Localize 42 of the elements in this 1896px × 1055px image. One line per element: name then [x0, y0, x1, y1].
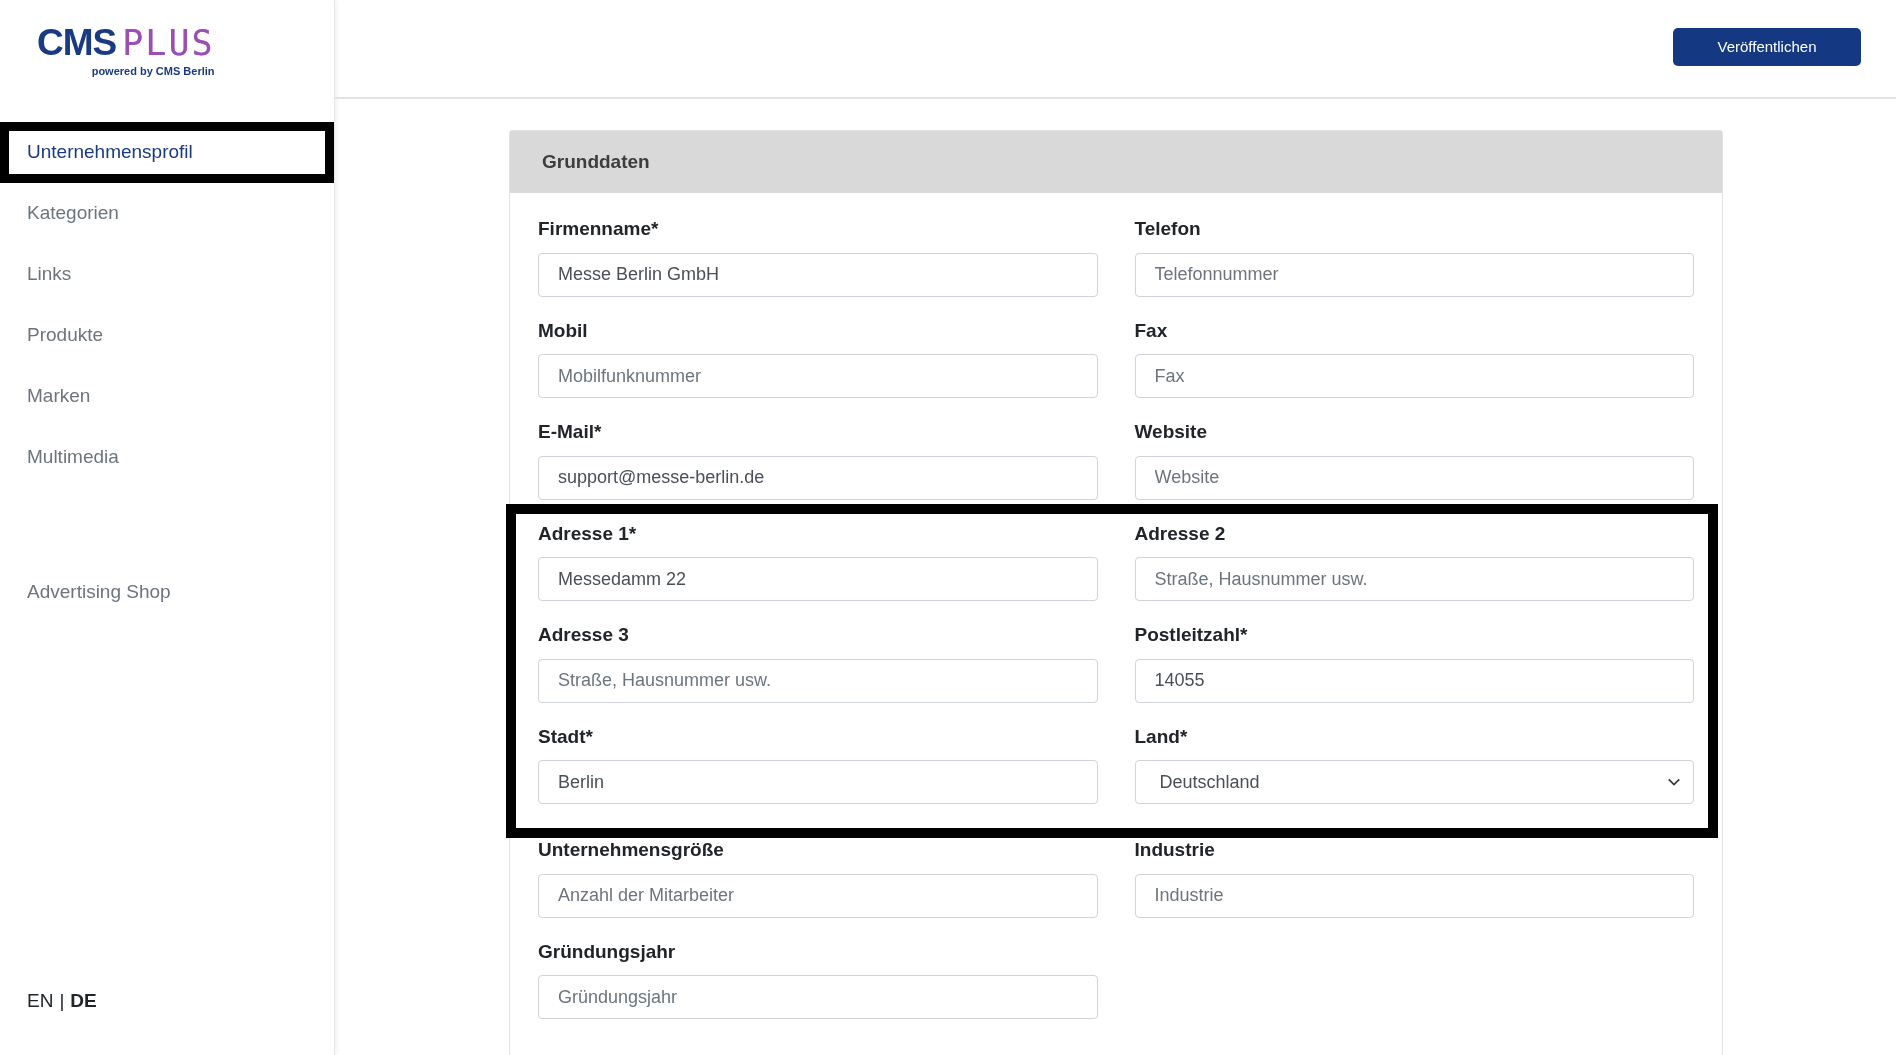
input-field[interactable]: Messedamm 22	[538, 557, 1098, 601]
field-label: Firmenname*	[538, 217, 659, 241]
input-field[interactable]: Industrie	[1134, 873, 1694, 918]
field-label: Fax	[1134, 318, 1168, 343]
input-field[interactable]: Straße, Hausnummer usw.	[538, 658, 1098, 703]
logo: CMS PLUS powered by CMS Berlin	[37, 24, 215, 79]
field-label: Stadt*	[538, 724, 593, 749]
input-field[interactable]: Fax	[1134, 354, 1694, 398]
input-field[interactable]: 14055	[1134, 658, 1694, 703]
field-label: Unternehmensgröße	[538, 838, 724, 862]
input-field[interactable]: Website	[1134, 455, 1694, 500]
field-label: Adresse 1*	[538, 521, 637, 546]
field-label: Gründungsjahr	[538, 939, 676, 964]
sidebar-item[interactable]: Links	[9, 260, 72, 289]
field-label: E-Mail*	[538, 420, 602, 444]
country-select[interactable]: Deutschland	[1134, 760, 1694, 804]
sidebar-item[interactable]: Kategorien	[9, 199, 119, 228]
separator-text: |	[59, 988, 65, 1013]
input-field[interactable]: Anzahl der Mitarbeiter	[538, 873, 1098, 918]
field-label: Telefon	[1134, 217, 1201, 241]
input-field[interactable]: Telefonnummer	[1134, 252, 1694, 297]
field-label: Industrie	[1134, 838, 1215, 862]
sidebar-link[interactable]: Advertising Shop	[0, 578, 171, 607]
field-label: Postleitzahl*	[1134, 623, 1248, 647]
publish-button[interactable]: Veröffentlichen	[1673, 28, 1861, 66]
sidebar-item[interactable]: Multimedia	[9, 443, 119, 472]
card-title: Grunddaten	[542, 149, 650, 174]
field-label: Land*	[1134, 724, 1188, 749]
field-label: Mobil	[538, 318, 588, 343]
language-link[interactable]: EN	[27, 986, 54, 1015]
input-field[interactable]: Gründungsjahr	[538, 975, 1098, 1019]
sidebar-item[interactable]: Marken	[9, 382, 91, 411]
input-field[interactable]: Berlin	[538, 760, 1098, 804]
input-field[interactable]: Messe Berlin GmbH	[538, 252, 1098, 297]
input-field[interactable]: Mobilfunknummer	[538, 354, 1098, 398]
input-field[interactable]: support@messe-berlin.de	[538, 455, 1098, 500]
field-label: Website	[1134, 420, 1207, 444]
language-link[interactable]: DE	[70, 986, 97, 1015]
field-label: Adresse 3	[538, 623, 629, 647]
input-field[interactable]: Straße, Hausnummer usw.	[1134, 557, 1694, 601]
sidebar-item[interactable]: Produkte	[9, 321, 104, 350]
field-label: Adresse 2	[1134, 521, 1226, 546]
